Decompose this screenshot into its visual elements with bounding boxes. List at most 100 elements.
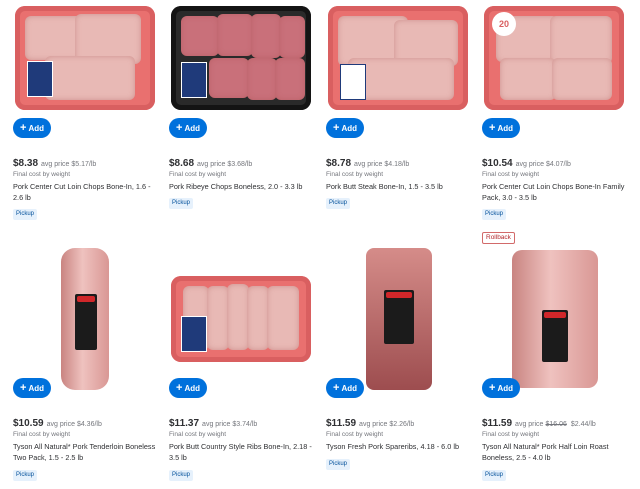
avg-price: avg price $4.36/lb xyxy=(46,421,102,428)
pork-chop xyxy=(275,58,305,100)
final-cost-note: Final cost by weight xyxy=(169,431,227,438)
pickup-tag: Pickup xyxy=(169,198,194,209)
add-button[interactable]: + Add xyxy=(169,118,207,138)
price: $10.54 xyxy=(482,158,513,169)
price-line: $8.78 avg price $4.18/lb xyxy=(326,158,409,169)
rollback-badge: Rollback xyxy=(482,232,515,244)
pork-chop xyxy=(251,14,281,58)
pickup-tag: Pickup xyxy=(326,459,351,470)
final-cost-note: Final cost by weight xyxy=(169,171,227,178)
product-title[interactable]: Pork Center Cut Loin Chops Bone-In, 1.6 … xyxy=(13,182,159,203)
pork-chop xyxy=(217,14,253,56)
product-label-sticker xyxy=(27,61,53,97)
avg-price: avg price $3.68/lb xyxy=(197,161,253,168)
pork-rib xyxy=(267,286,299,350)
product-title[interactable]: Tyson All Natural* Pork Tenderloin Bonel… xyxy=(13,442,159,463)
price: $8.38 xyxy=(13,158,39,169)
pork-rib xyxy=(247,286,269,350)
avg-price: avg price $2.26/lb xyxy=(359,421,415,428)
product-title[interactable]: Pork Center Cut Loin Chops Bone-In Famil… xyxy=(482,182,628,203)
price: $8.68 xyxy=(169,158,195,169)
price-line: $11.37 avg price $3.74/lb xyxy=(169,418,257,429)
avg-price: avg price $5.17/lb xyxy=(41,161,97,168)
product-image[interactable] xyxy=(169,4,315,112)
price-line: $11.59 avg price $16.06 $2.44/lb xyxy=(482,418,596,429)
product-card[interactable]: + Add $11.37 avg price $3.74/lb Final cost… xyxy=(169,228,319,481)
pork-chop xyxy=(500,58,556,100)
pickup-tag: Pickup xyxy=(326,198,351,209)
pork-rib xyxy=(207,286,229,350)
meat-tray xyxy=(15,6,155,110)
avg-price: avg price $3.74/lb xyxy=(202,421,258,428)
final-cost-note: Final cost by weight xyxy=(326,431,384,438)
product-title[interactable]: Tyson All Natural* Pork Half Loin Roast … xyxy=(482,442,628,463)
pork-chop xyxy=(552,58,612,100)
price-line: $8.68 avg price $3.68/lb xyxy=(169,158,252,169)
product-image[interactable] xyxy=(482,246,628,396)
pickup-tag: Pickup xyxy=(13,470,38,481)
pickup-tag: Pickup xyxy=(482,209,507,220)
pork-chop xyxy=(181,16,219,56)
add-button[interactable]: + Add xyxy=(326,378,364,398)
product-image[interactable] xyxy=(326,4,472,112)
meat-tray xyxy=(171,6,311,110)
price: $11.59 xyxy=(482,418,513,429)
product-label-sticker xyxy=(181,62,207,98)
add-button[interactable]: + Add xyxy=(169,378,207,398)
product-image[interactable] xyxy=(169,274,315,366)
final-cost-note: Final cost by weight xyxy=(326,171,384,178)
product-title[interactable]: Pork Butt Steak Bone-In, 1.5 - 3.5 lb xyxy=(326,182,472,193)
final-cost-note: Final cost by weight xyxy=(482,431,540,438)
was-price: $16.06 xyxy=(545,421,567,428)
product-title[interactable]: Pork Butt Country Style Ribs Bone-In, 2.… xyxy=(169,442,315,463)
price: $11.37 xyxy=(169,418,200,429)
unit-price: $2.44/lb xyxy=(570,421,596,428)
price-line: $10.54 avg price $4.07/lb xyxy=(482,158,571,169)
avg-price: avg price $4.18/lb xyxy=(354,161,410,168)
pork-chop xyxy=(209,58,249,98)
product-image[interactable] xyxy=(13,246,159,396)
meat-tray xyxy=(171,276,311,362)
price-line: $10.59 avg price $4.36/lb xyxy=(13,418,102,429)
price-line: $11.59 avg price $2.26/lb xyxy=(326,418,414,429)
add-button[interactable]: + Add xyxy=(13,118,51,138)
product-image[interactable]: 20 xyxy=(482,4,628,112)
final-cost-note: Final cost by weight xyxy=(482,171,540,178)
final-cost-note: Final cost by weight xyxy=(13,431,71,438)
product-image[interactable] xyxy=(13,4,159,112)
product-label-sticker xyxy=(181,316,207,352)
pork-rib xyxy=(227,284,249,350)
pork-chop xyxy=(45,56,135,100)
product-card[interactable]: Rollback + Add $11.59 avg price $16.06 $2.44… xyxy=(482,228,632,481)
product-card[interactable]: + Add $8.38 avg price $5.17/lb Final cost … xyxy=(13,0,163,240)
pork-chop xyxy=(279,16,305,58)
add-button[interactable]: + Add xyxy=(13,378,51,398)
tyson-label xyxy=(542,310,568,362)
tyson-label xyxy=(384,290,414,344)
product-label-sticker xyxy=(340,64,366,100)
product-card[interactable]: 20 + Add $10.54 avg price $4.07/lb Final c… xyxy=(482,0,632,240)
product-card[interactable]: + Add $8.78 avg price $4.18/lb Final cost … xyxy=(326,0,476,240)
rollback-burst-icon: 20 xyxy=(492,12,516,36)
pickup-tag: Pickup xyxy=(13,209,38,220)
product-title[interactable]: Pork Ribeye Chops Boneless, 2.0 - 3.3 lb xyxy=(169,182,315,193)
add-button[interactable]: + Add xyxy=(482,118,520,138)
add-button[interactable]: + Add xyxy=(482,378,520,398)
meat-tray xyxy=(328,6,468,110)
price: $11.59 xyxy=(326,418,357,429)
product-title[interactable]: Tyson Fresh Pork Spareribs, 4.18 - 6.0 l… xyxy=(326,442,472,453)
pickup-tag: Pickup xyxy=(169,470,194,481)
tyson-label xyxy=(75,294,97,350)
avg-price: avg price xyxy=(515,421,544,428)
pickup-tag: Pickup xyxy=(482,470,507,481)
add-button[interactable]: + Add xyxy=(326,118,364,138)
meat-tray: 20 xyxy=(484,6,624,110)
pork-chop xyxy=(247,58,277,100)
price: $10.59 xyxy=(13,418,44,429)
price-line: $8.38 avg price $5.17/lb xyxy=(13,158,96,169)
product-image[interactable] xyxy=(326,246,472,396)
product-card[interactable]: + Add $8.68 avg price $3.68/lb Final cost … xyxy=(169,0,319,240)
final-cost-note: Final cost by weight xyxy=(13,171,71,178)
product-card[interactable]: + Add $10.59 avg price $4.36/lb Final cost… xyxy=(13,228,163,481)
product-card[interactable]: + Add $11.59 avg price $2.26/lb Final cost… xyxy=(326,228,476,470)
